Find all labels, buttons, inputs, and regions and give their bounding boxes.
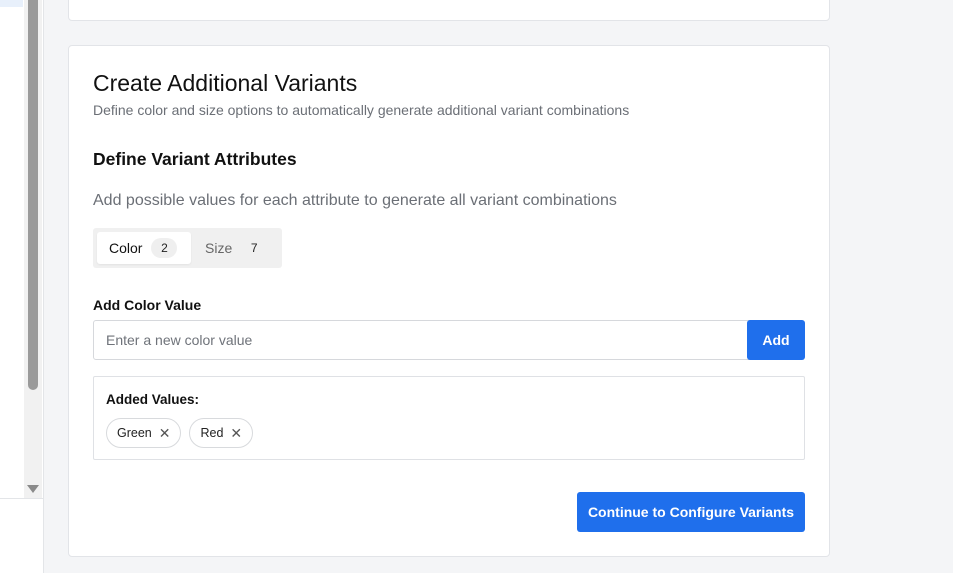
section-help-text: Add possible values for each attribute t…	[93, 192, 617, 209]
chip-label: Red	[200, 426, 224, 440]
card-subtitle: Define color and size options to automat…	[93, 102, 630, 118]
added-values-label: Added Values:	[106, 392, 200, 407]
sidebar-panel	[0, 0, 44, 573]
create-variants-card: Create Additional Variants Define color …	[68, 45, 830, 557]
sidebar-selected-item[interactable]	[0, 0, 23, 7]
added-values-box: Added Values: Green ✕ Red ✕	[93, 376, 805, 460]
attribute-tabs: Color 2 Size 7	[93, 228, 282, 268]
chip-label: Green	[117, 426, 152, 440]
scrollbar-thumb[interactable]	[28, 0, 38, 390]
continue-button[interactable]: Continue to Configure Variants	[577, 492, 805, 532]
add-button[interactable]: Add	[747, 320, 805, 360]
value-chip: Red ✕	[189, 418, 254, 448]
close-icon[interactable]: ✕	[159, 426, 171, 440]
value-chips: Green ✕ Red ✕	[106, 418, 254, 448]
tab-count-badge: 2	[151, 238, 178, 258]
value-chip: Green ✕	[106, 418, 182, 448]
sidebar-divider	[0, 498, 43, 499]
tab-color[interactable]: Color 2	[97, 232, 191, 264]
card-title: Create Additional Variants	[93, 70, 358, 96]
tab-label: Color	[109, 240, 143, 256]
previous-card	[68, 0, 830, 21]
tab-label: Size	[205, 240, 233, 256]
color-value-label: Add Color Value	[93, 297, 202, 313]
close-icon[interactable]: ✕	[230, 426, 242, 440]
section-title: Define Variant Attributes	[93, 149, 297, 169]
tab-size[interactable]: Size 7	[193, 232, 273, 264]
color-value-input[interactable]	[93, 320, 763, 360]
scroll-down-arrow-icon[interactable]	[27, 485, 39, 493]
tab-count-badge: 7	[250, 241, 258, 255]
